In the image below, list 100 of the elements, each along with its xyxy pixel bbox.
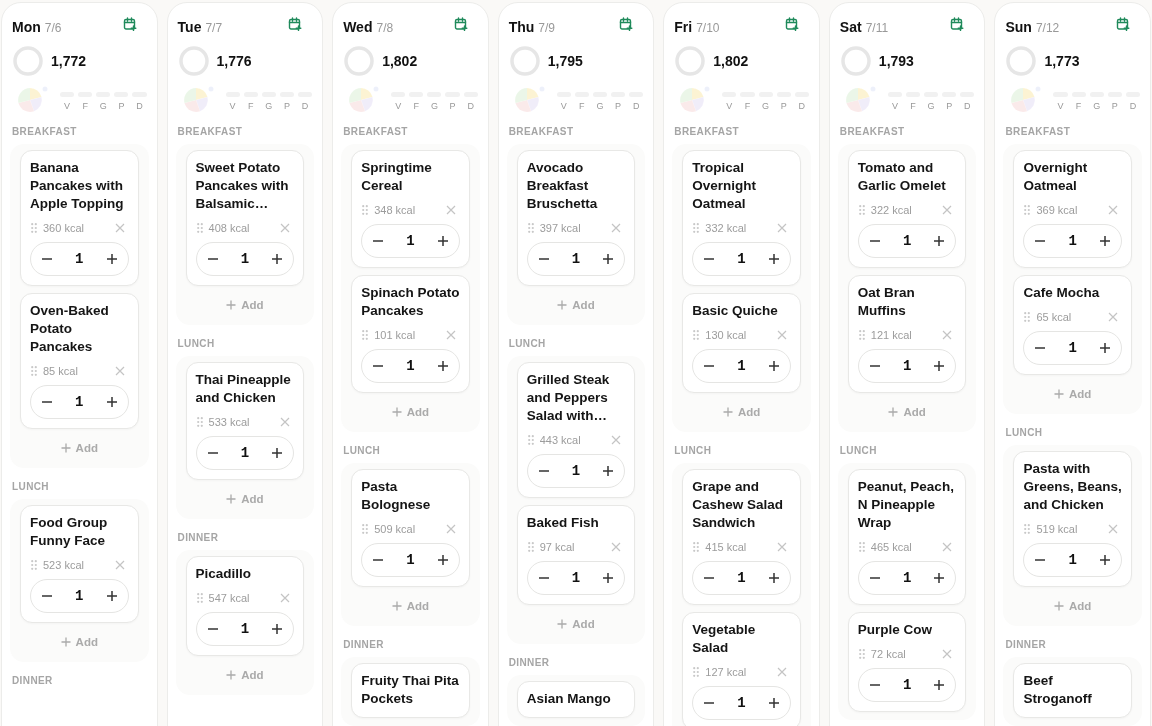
drag-handle-icon[interactable] (527, 542, 534, 552)
day-name: Sat (839, 19, 862, 35)
close-icon (445, 330, 456, 340)
day-date: 7/8 (376, 21, 394, 35)
meal-label: DINNER (507, 656, 551, 670)
drag-handle-icon[interactable] (196, 417, 203, 427)
close-icon (445, 205, 456, 215)
calorie-total: 1,802 (382, 53, 418, 69)
drag-handle-icon[interactable] (527, 435, 534, 445)
drag-handle-icon[interactable] (858, 330, 865, 340)
calendar-add-button[interactable] (950, 17, 965, 31)
plus-icon (933, 572, 946, 584)
calendar-add-button[interactable] (619, 17, 634, 31)
meal-label: BREAKFAST (1004, 125, 1072, 139)
calendar-add-icon (1116, 17, 1130, 31)
drag-handle-icon[interactable] (31, 560, 37, 570)
food-name: Beef Stroganoff (1023, 672, 1093, 708)
macro-label: P (615, 101, 622, 111)
increase-button[interactable] (1097, 340, 1113, 356)
add-button[interactable]: Add (553, 293, 599, 317)
day-date: 7/7 (205, 21, 223, 35)
calorie-count: 65 kcal (1036, 311, 1073, 323)
progress-ring (674, 45, 707, 77)
drag-handle-icon[interactable] (527, 223, 534, 233)
close-icon (611, 542, 622, 552)
quantity-value: 1 (1068, 233, 1077, 249)
calorie-total: 1,776 (216, 53, 252, 69)
drag-handle-icon[interactable] (858, 649, 865, 659)
calorie-total: 1,773 (1044, 53, 1080, 69)
calendar-add-button[interactable] (784, 17, 799, 31)
add-button[interactable]: Add (1050, 594, 1096, 618)
drag-handle-icon[interactable] (858, 205, 865, 215)
drag-handle-icon[interactable] (362, 330, 369, 340)
calendar-add-button[interactable] (1116, 17, 1130, 31)
add-button[interactable]: Add (884, 400, 930, 424)
plus-icon (1054, 601, 1064, 611)
calendar-add-button[interactable] (453, 17, 468, 31)
drag-handle-icon[interactable] (31, 223, 37, 233)
drag-handle-icon[interactable] (693, 330, 700, 340)
food-name: Baked Fish (526, 514, 600, 532)
calendar-add-button[interactable] (122, 17, 137, 31)
add-button[interactable]: Add (387, 400, 434, 424)
calorie-total: 1,772 (51, 53, 87, 69)
add-button[interactable]: Add (553, 612, 599, 636)
drag-handle-icon[interactable] (196, 593, 203, 603)
add-button[interactable]: Add (718, 400, 765, 424)
calendar-add-icon (453, 17, 468, 31)
calorie-count: 533 kcal (208, 416, 251, 428)
close-icon (445, 524, 456, 534)
macro-label: F (579, 101, 585, 111)
close-icon (776, 223, 787, 233)
plus-icon (1054, 389, 1064, 399)
drag-handle-icon[interactable] (858, 542, 865, 552)
add-button[interactable]: Add (222, 293, 268, 317)
food-name: Basic Quiche (692, 302, 779, 320)
drag-handle-icon[interactable] (1024, 524, 1031, 534)
add-button[interactable]: Add (1050, 382, 1096, 406)
add-button[interactable]: Add (56, 630, 102, 654)
day-name: Tue (177, 19, 202, 35)
food-name: Peanut, Peach, N Pineapple Wrap (857, 478, 955, 532)
calorie-count: 509 kcal (374, 523, 417, 535)
drag-handle-icon[interactable] (196, 223, 203, 233)
calorie-count: 72 kcal (870, 648, 907, 660)
close-icon (776, 542, 787, 552)
close-icon (280, 593, 291, 603)
add-button[interactable]: Add (56, 436, 102, 460)
add-button[interactable]: Add (387, 594, 434, 618)
plus-icon (933, 360, 946, 372)
drag-handle-icon[interactable] (362, 205, 369, 215)
add-button[interactable]: Add (222, 487, 268, 511)
calendar-add-button[interactable] (288, 17, 303, 31)
drag-handle-icon[interactable] (362, 524, 369, 534)
add-button[interactable]: Add (222, 663, 268, 687)
macro-label: P (780, 101, 787, 111)
drag-handle-icon[interactable] (693, 667, 700, 677)
quantity-value: 1 (737, 570, 746, 586)
meal-label: BREAKFAST (838, 125, 906, 139)
macro-label: V (726, 101, 733, 111)
drag-handle-icon[interactable] (31, 366, 37, 376)
food-name: Food Group Funny Face (30, 514, 109, 550)
plus-icon (271, 447, 284, 459)
food-name: Avocado Breakfast Bruschetta (526, 159, 599, 213)
calendar-add-icon (950, 17, 965, 31)
progress-ring (508, 45, 541, 77)
drag-handle-icon[interactable] (693, 223, 700, 233)
drag-handle-icon[interactable] (693, 542, 700, 552)
drag-handle-icon[interactable] (1024, 205, 1031, 215)
quantity-value: 1 (406, 233, 415, 249)
close-icon (942, 330, 953, 340)
macro-label: G (1093, 101, 1101, 111)
plus-icon (722, 407, 733, 417)
food-name: Oven-Baked Potato Pancakes (30, 302, 110, 356)
plus-icon (60, 443, 71, 453)
increase-button[interactable] (1097, 552, 1113, 568)
increase-button[interactable] (1097, 233, 1113, 249)
macro-label: P (449, 101, 456, 111)
close-icon (114, 366, 125, 376)
drag-handle-icon[interactable] (1024, 312, 1031, 322)
progress-ring (343, 45, 376, 77)
macro-label: D (301, 101, 309, 111)
